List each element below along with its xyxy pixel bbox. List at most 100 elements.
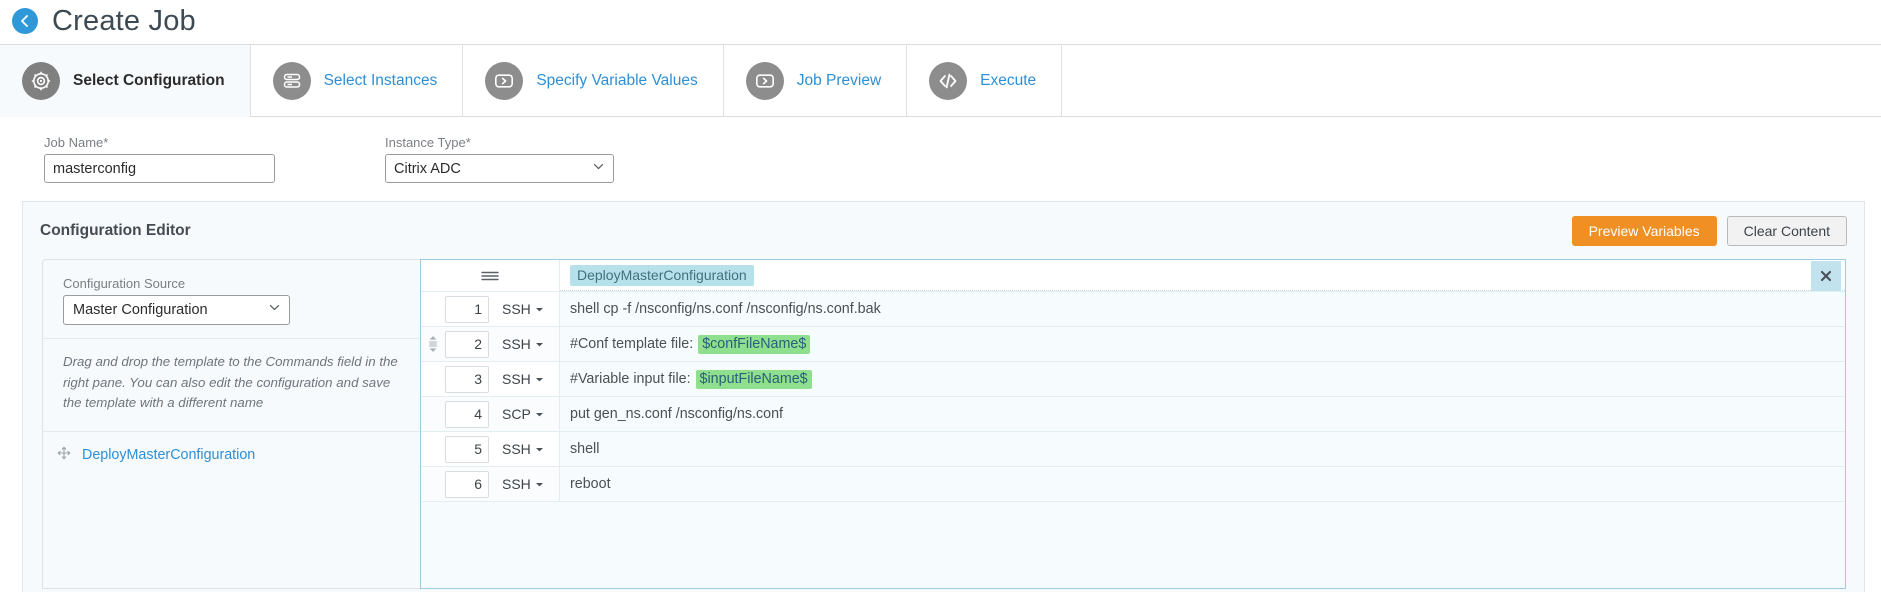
chevron-box-icon — [745, 61, 784, 100]
chevron-down-icon — [535, 482, 543, 486]
wizard-tabstrip: Select Configuration Select Instances Sp… — [0, 44, 1881, 117]
clear-content-button[interactable]: Clear Content — [1726, 216, 1847, 246]
protocol-label: SCP — [502, 406, 531, 422]
table-row: 2 SSH #Conf template file: $confFileName… — [421, 327, 1845, 362]
preview-variables-button[interactable]: Preview Variables — [1571, 216, 1717, 246]
row-gutter: 6 SSH — [421, 467, 560, 501]
command-text[interactable]: #Variable input file: $inputFileName$ — [560, 362, 1845, 396]
chevron-down-icon — [535, 377, 543, 381]
configuration-source-select[interactable]: Master Configuration — [63, 295, 290, 325]
instance-type-select-wrap: Citrix ADC — [385, 154, 614, 183]
table-row: 5 SSH shell — [421, 432, 1845, 467]
tab-label: Execute — [980, 71, 1037, 89]
command-text[interactable]: put gen_ns.conf /nsconfig/ns.conf — [560, 397, 1845, 431]
tab-label: Select Configuration — [73, 71, 225, 89]
configuration-editor-title: Configuration Editor — [40, 222, 191, 239]
job-name-field-group: Job Name* — [44, 135, 275, 183]
command-text[interactable]: shell — [560, 432, 1845, 466]
tab-label: Specify Variable Values — [536, 71, 698, 89]
list-item[interactable]: DeployMasterConfiguration — [43, 444, 420, 467]
protocol-dropdown[interactable]: SSH — [489, 476, 544, 492]
command-text[interactable]: shell cp -f /nsconfig/ns.conf /nsconfig/… — [560, 292, 1845, 326]
configuration-editor-header: Configuration Editor Preview Variables C… — [23, 202, 1864, 259]
protocol-dropdown[interactable]: SSH — [489, 371, 544, 387]
template-name-tag: DeployMasterConfiguration — [570, 264, 754, 286]
row-number[interactable]: 6 — [445, 470, 489, 498]
protocol-dropdown[interactable]: SSH — [489, 301, 544, 317]
command-text-value: shell cp -f /nsconfig/ns.conf /nsconfig/… — [570, 301, 881, 317]
gear-icon — [22, 61, 60, 100]
tabstrip-filler — [1062, 45, 1881, 116]
table-row: 1 SSH shell cp -f /nsconfig/ns.conf /nsc… — [421, 292, 1845, 327]
protocol-dropdown[interactable]: SSH — [489, 441, 544, 457]
hamburger-menu-icon[interactable] — [421, 260, 560, 291]
configuration-source-hint: Drag and drop the template to the Comman… — [43, 338, 420, 431]
close-icon[interactable] — [1811, 261, 1841, 291]
command-text-value: #Variable input file: — [570, 371, 691, 387]
row-number[interactable]: 5 — [445, 435, 489, 463]
job-form-row: Job Name* Instance Type* Citrix ADC — [0, 117, 1881, 201]
variable-token[interactable]: $confFileName$ — [698, 334, 811, 354]
chevron-down-icon — [535, 412, 543, 416]
server-stack-icon — [272, 61, 311, 100]
configuration-source-top: Configuration Source Master Configuratio… — [43, 260, 420, 338]
row-number[interactable]: 3 — [445, 365, 489, 393]
command-text[interactable]: #Conf template file: $confFileName$ — [560, 327, 1845, 361]
protocol-label: SSH — [502, 336, 531, 352]
tab-select-configuration[interactable]: Select Configuration — [0, 45, 251, 117]
job-name-input[interactable] — [44, 154, 275, 183]
configuration-source-pane: Configuration Source Master Configuratio… — [42, 259, 420, 589]
tab-specify-variable-values[interactable]: Specify Variable Values — [463, 45, 724, 116]
configuration-editor-panel: Configuration Editor Preview Variables C… — [22, 201, 1865, 592]
command-text[interactable]: reboot — [560, 467, 1845, 501]
chevron-box-icon — [485, 61, 524, 100]
command-text-value: reboot — [570, 476, 611, 492]
table-row: 4 SCP put gen_ns.conf /nsconfig/ns.conf — [421, 397, 1845, 432]
tab-execute[interactable]: Execute — [907, 45, 1063, 116]
chevron-down-icon — [535, 307, 543, 311]
editor-body: Configuration Source Master Configuratio… — [42, 259, 1846, 589]
list-item-label: DeployMasterConfiguration — [82, 447, 256, 464]
configuration-editor-actions: Preview Variables Clear Content — [1571, 216, 1847, 246]
variable-token[interactable]: $inputFileName$ — [695, 369, 812, 389]
protocol-dropdown[interactable]: SSH — [489, 336, 544, 352]
command-editor-pane: DeployMasterConfiguration 1 SSH shell cp… — [420, 259, 1846, 589]
row-gutter: 5 SSH — [421, 432, 560, 466]
move-handle-icon[interactable] — [57, 446, 71, 465]
page-header: Create Job — [0, 0, 1881, 44]
tab-label: Select Instances — [323, 71, 438, 89]
protocol-dropdown[interactable]: SCP — [489, 406, 544, 422]
protocol-label: SSH — [502, 476, 531, 492]
table-row: 3 SSH #Variable input file: $inputFileNa… — [421, 362, 1845, 397]
protocol-label: SSH — [502, 441, 531, 457]
command-text-value: #Conf template file: — [570, 336, 694, 352]
row-number[interactable]: 4 — [445, 400, 489, 428]
chevron-down-icon — [535, 447, 543, 451]
protocol-label: SSH — [502, 371, 531, 387]
instance-type-select[interactable]: Citrix ADC — [385, 154, 614, 183]
command-text-value: shell — [570, 441, 600, 457]
instance-type-label: Instance Type* — [385, 135, 471, 150]
protocol-label: SSH — [502, 301, 531, 317]
command-header-main: DeployMasterConfiguration — [560, 260, 1845, 291]
command-text-value: put gen_ns.conf /nsconfig/ns.conf — [570, 406, 784, 422]
row-gutter: 3 SSH — [421, 362, 560, 396]
row-number[interactable]: 2 — [445, 330, 489, 358]
instance-type-field-group: Instance Type* Citrix ADC — [385, 135, 614, 183]
row-gutter: 1 SSH — [421, 292, 560, 326]
configuration-source-select-wrap: Master Configuration — [63, 295, 290, 325]
row-number[interactable]: 1 — [445, 295, 489, 323]
drag-handle-icon[interactable] — [421, 335, 445, 353]
configuration-template-list: DeployMasterConfiguration — [43, 430, 420, 467]
tab-job-preview[interactable]: Job Preview — [723, 45, 908, 116]
chevron-down-icon — [535, 342, 543, 346]
tab-label: Job Preview — [796, 71, 882, 89]
table-row: 6 SSH reboot — [421, 467, 1845, 502]
job-name-label: Job Name* — [44, 135, 109, 150]
tab-select-instances[interactable]: Select Instances — [250, 45, 464, 116]
page-title: Create Job — [52, 4, 196, 37]
configuration-source-label: Configuration Source — [63, 276, 186, 291]
back-arrow-icon[interactable] — [12, 8, 38, 34]
row-gutter: 4 SCP — [421, 397, 560, 431]
row-gutter: 2 SSH — [421, 327, 560, 361]
